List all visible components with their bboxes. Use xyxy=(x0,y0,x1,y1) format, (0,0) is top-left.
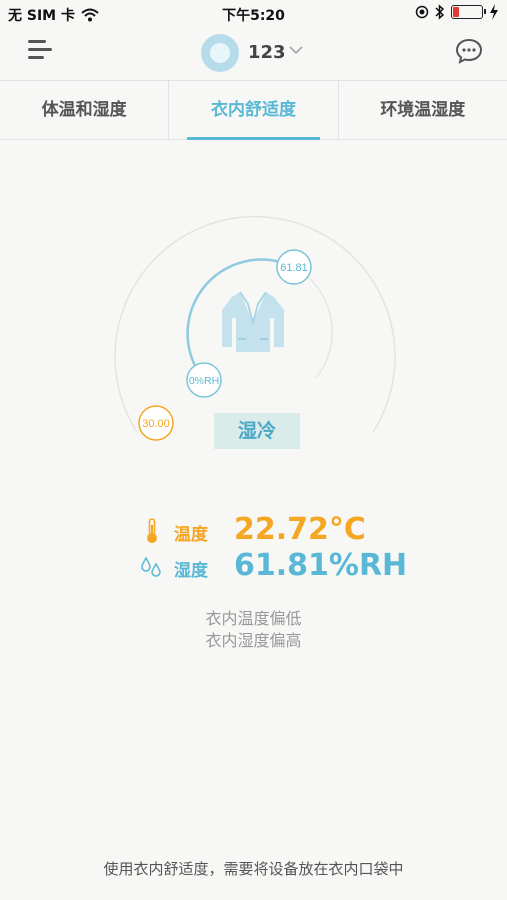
bluetooth-icon xyxy=(435,4,445,20)
menu-button[interactable] xyxy=(28,40,54,62)
humidity-marker-text: 61.81 xyxy=(280,262,308,274)
status-right xyxy=(415,4,499,20)
humidity-axis-marker-text: 0%RH xyxy=(189,375,219,387)
menu-icon-line xyxy=(28,40,46,43)
menu-icon-line xyxy=(28,56,44,59)
humidity-reading: 湿度 61.81%RH xyxy=(0,548,507,588)
comfort-notes: 衣内温度偏低 衣内湿度偏高 xyxy=(0,608,507,652)
location-icon xyxy=(415,5,429,19)
device-avatar[interactable] xyxy=(201,34,239,72)
note-humidity: 衣内湿度偏高 xyxy=(205,631,302,650)
chat-icon[interactable] xyxy=(455,38,483,64)
comfort-status-badge: 湿冷 xyxy=(214,413,300,449)
device-avatar-icon xyxy=(210,43,230,63)
humidity-icon xyxy=(141,556,161,577)
temperature-marker-text: 30.00 xyxy=(142,418,170,430)
note-temperature: 衣内温度偏低 xyxy=(205,609,302,628)
footer-hint: 使用衣内舒适度，需要将设备放在衣内口袋中 xyxy=(103,860,404,878)
device-name[interactable]: 123 xyxy=(248,42,286,63)
menu-icon-line xyxy=(28,48,52,51)
temperature-value: 22.72°C xyxy=(234,512,366,547)
humidity-label: 湿度 xyxy=(174,561,208,581)
navigation-bar: 123 xyxy=(0,28,507,81)
chevron-down-icon[interactable] xyxy=(288,44,304,56)
tab-bar: 体温和湿度 衣内舒适度 环境温湿度 xyxy=(0,81,507,140)
battery-icon xyxy=(451,5,486,19)
jacket-icon xyxy=(222,291,284,352)
humidity-value: 61.81%RH xyxy=(234,548,408,583)
tab-body-temp-humidity[interactable]: 体温和湿度 xyxy=(0,81,168,139)
status-bar: 无 SIM 卡 下午5:20 xyxy=(0,0,507,28)
tab-environment[interactable]: 环境温湿度 xyxy=(337,81,507,139)
charging-icon xyxy=(490,4,498,20)
thermometer-icon xyxy=(147,518,157,543)
tab-clothing-comfort[interactable]: 衣内舒适度 xyxy=(168,81,337,140)
temperature-reading: 温度 22.72°C xyxy=(0,512,507,552)
temperature-label: 温度 xyxy=(174,525,208,545)
